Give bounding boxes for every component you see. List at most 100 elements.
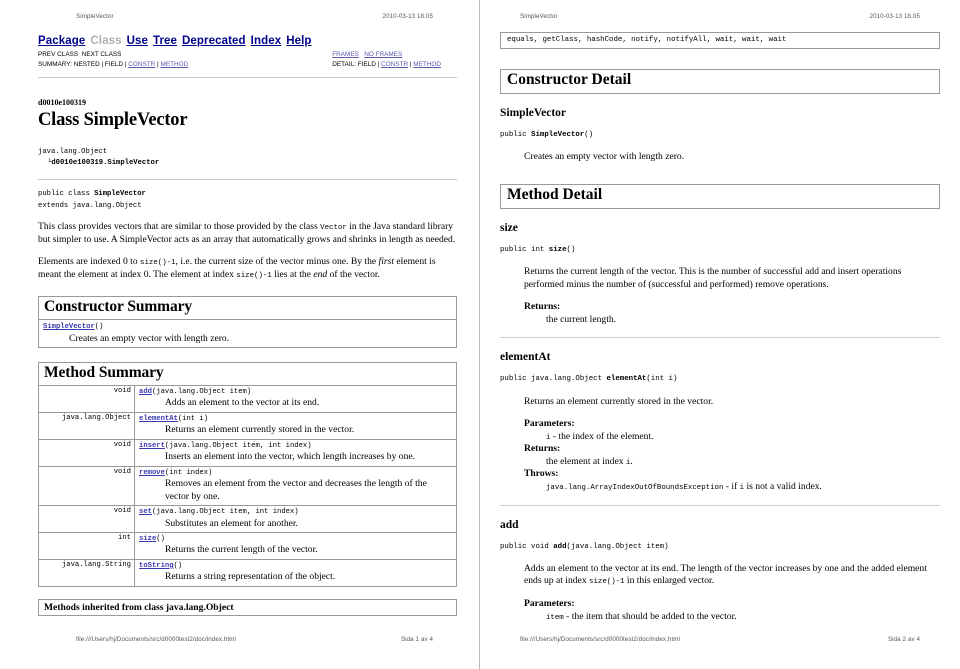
method-sig-args: (java.lang.Object item) <box>566 542 669 551</box>
nav-link-help[interactable]: Help <box>286 35 311 47</box>
running-foot-right: file:///Users/hj/Documents/src/d0000test… <box>520 636 920 643</box>
method-detail-description-size: Returns the current length of the vector… <box>524 265 902 290</box>
constructor-summary-table: SimpleVector() Creates an empty vector w… <box>39 320 456 347</box>
method-sig-prefix: public void <box>500 542 554 551</box>
method-detail-heading: Method Detail <box>507 185 603 203</box>
inherited-methods-heading: Methods inherited from class java.lang.O… <box>44 601 234 613</box>
returns-text: the element at index <box>546 455 626 467</box>
method-detail-name-add: add <box>500 518 519 531</box>
nav-summary-nested: NESTED <box>73 60 100 68</box>
parameter-desc: - the index of the element. <box>550 430 654 442</box>
footer-path: file:///Users/hj/Documents/src/d0000test… <box>76 636 237 643</box>
desc-p2-b: , i.e. the current size of the vector mi… <box>175 256 379 268</box>
method-summary-header: Method Summary <box>39 363 456 386</box>
nav-sep-5: | <box>409 60 412 68</box>
returns-value: the element at index i. <box>524 456 940 469</box>
method-detail-description-elementat: Returns an element currently stored in t… <box>524 395 714 407</box>
nav-detail-method[interactable]: METHOD <box>413 61 441 68</box>
method-summary-cell: toString() Returns a string representati… <box>134 558 456 586</box>
method-link[interactable]: size <box>139 535 156 543</box>
constructor-link[interactable]: SimpleVector <box>43 323 95 331</box>
nav-link-deprecated[interactable]: Deprecated <box>182 35 246 47</box>
two-page-spread: SimpleVector 2010-03-13 18.05 Package Cla… <box>0 0 960 669</box>
method-return-type: java.lang.String <box>39 558 135 586</box>
parameter-desc: - the item that should be added to the v… <box>563 610 737 622</box>
desc-p2-em-first: first <box>378 256 395 268</box>
method-args: (int index) <box>164 468 213 477</box>
nav-link-class: Class <box>90 35 122 47</box>
parameters-label: Parameters: <box>524 598 575 610</box>
nav-link-tree[interactable]: Tree <box>153 35 177 47</box>
method-signature: remove(int index) <box>139 468 452 478</box>
method-signature: elementAt(int i) <box>139 414 452 424</box>
nav-no-frames-link[interactable]: NO FRAMES <box>364 51 402 58</box>
method-link[interactable]: remove <box>139 469 165 477</box>
method-sig-name: elementAt <box>606 375 647 384</box>
nav-link-index[interactable]: Index <box>251 35 282 47</box>
throws-item: java.lang.ArrayIndexOutOfBoundsException… <box>524 481 940 494</box>
parameter-item: item - the item that should be added to … <box>524 611 940 624</box>
method-return-type: void <box>39 505 135 533</box>
constructor-sig-prefix: public <box>500 131 532 139</box>
nav-frames-row: FRAMES NO FRAMES <box>332 50 441 60</box>
method-signature: set(java.lang.Object item, int index) <box>139 507 452 517</box>
method-detail-sections-add: Parameters: item - the item that should … <box>500 598 940 623</box>
desc-p2-code-2: size()-1 <box>236 272 272 281</box>
table-row: void remove(int index) Removes an elemen… <box>39 465 456 506</box>
method-summary-cell: size() Returns the current length of the… <box>134 531 456 560</box>
desc-p2-a: Elements are indexed 0 to <box>38 256 141 268</box>
nav-sep-1: | <box>101 60 104 68</box>
running-head-date: 2010-03-13 18.05 <box>382 13 433 20</box>
throws-text: - if <box>723 480 740 492</box>
method-link[interactable]: insert <box>139 442 165 450</box>
method-detail-signature-add: public void add(java.lang.Object item) <box>500 542 940 553</box>
nav-link-package[interactable]: Package <box>38 35 85 47</box>
nav-sep-4: | <box>377 60 380 68</box>
constructor-detail-name: SimpleVector <box>500 107 567 119</box>
hierarchy-child-row: └d0010e100319.SimpleVector <box>38 158 457 169</box>
method-summary-table: void add(java.lang.Object item) Adds an … <box>39 385 456 586</box>
constructor-detail-heading: Constructor Detail <box>507 71 632 88</box>
method-link[interactable]: elementAt <box>139 415 178 423</box>
method-summary-cell: elementAt(int i) Returns an element curr… <box>134 411 456 440</box>
method-args: (java.lang.Object item, int index) <box>164 441 312 450</box>
add-desc-a: Adds an element to the vector at its end… <box>524 562 927 587</box>
method-sig-prefix: public int <box>500 245 549 254</box>
hierarchy-divider <box>38 179 457 181</box>
running-foot-left: file:///Users/hj/Documents/src/d0000test… <box>76 636 433 643</box>
declaration-modifier: public class <box>38 190 95 199</box>
method-sig-name: size <box>548 245 567 254</box>
returns-label: Returns: <box>524 301 561 313</box>
constructor-summary-cell: SimpleVector() Creates an empty vector w… <box>39 320 456 347</box>
method-description: Adds an element to the vector at its end… <box>165 397 320 409</box>
method-args: () <box>173 561 183 570</box>
nav-frames-link[interactable]: FRAMES <box>332 51 359 58</box>
constructor-summary-heading: Constructor Summary <box>44 298 193 316</box>
constructor-sig-args: () <box>584 131 594 139</box>
page-title: Class SimpleVector <box>38 109 188 130</box>
nav-summary-constr[interactable]: CONSTR <box>128 61 155 68</box>
nav-detail-constr[interactable]: CONSTR <box>381 61 408 68</box>
nav-summary-row: SUMMARY: NESTED | FIELD | CONSTR | METHO… <box>38 60 188 70</box>
throws-exception: java.lang.ArrayIndexOutOfBoundsException <box>546 483 724 492</box>
running-head-date: 2010-03-13 18.05 <box>869 13 920 20</box>
parameters-label: Parameters: <box>524 418 575 430</box>
nav-summary-method[interactable]: METHOD <box>161 61 189 68</box>
running-head-title: SimpleVector <box>76 13 114 20</box>
table-row: int size() Returns the current length of… <box>39 531 456 560</box>
method-sig-prefix: public java.lang.Object <box>500 375 607 384</box>
method-link[interactable]: toString <box>139 562 174 570</box>
inherited-members-list: equals, getClass, hashCode, notify, noti… <box>507 36 787 44</box>
method-link[interactable]: set <box>139 508 152 516</box>
constructor-summary-header: Constructor Summary <box>39 297 456 321</box>
nav-sep-2: | <box>124 60 127 68</box>
footer-page-number: Sida 1 av 4 <box>400 636 433 643</box>
nav-summary-label: SUMMARY: <box>38 60 72 68</box>
nav-link-use[interactable]: Use <box>127 35 148 47</box>
method-link[interactable]: add <box>139 388 152 396</box>
desc-p2-e: of the vector. <box>327 269 380 281</box>
method-args: (java.lang.Object item) <box>151 387 252 396</box>
table-row: SimpleVector() Creates an empty vector w… <box>39 320 456 347</box>
method-description: Returns a string representation of the o… <box>165 571 336 583</box>
package-name: d0010e100319 <box>38 97 86 107</box>
